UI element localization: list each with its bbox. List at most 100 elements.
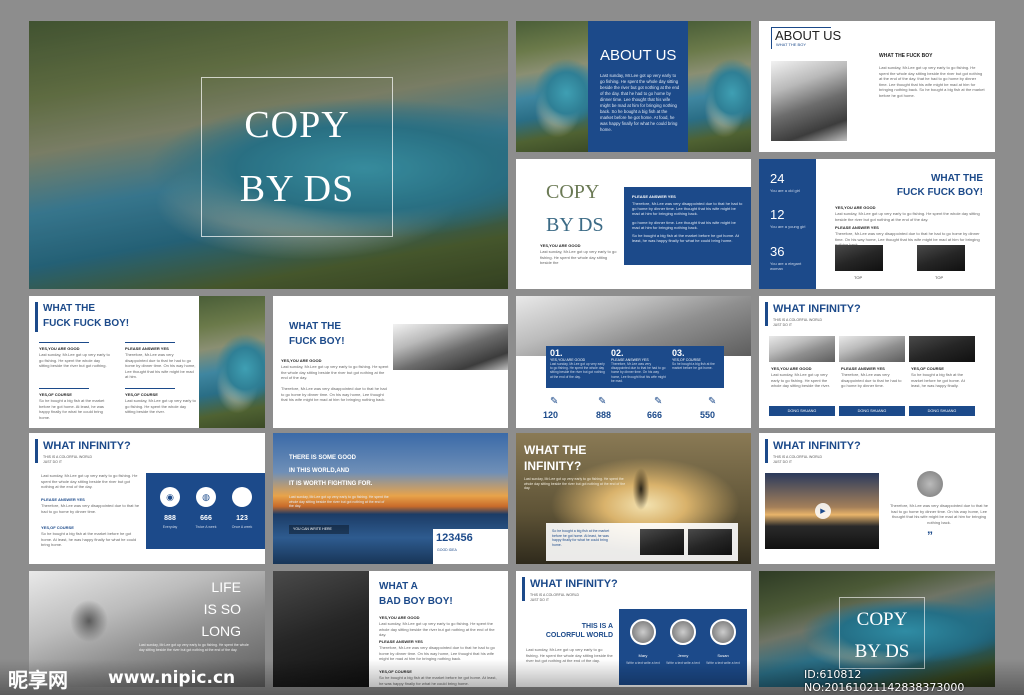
r2a-line2 (125, 342, 175, 343)
r3d-accent (765, 439, 768, 463)
r4b-title2: BAD BOY BOY! (379, 596, 453, 607)
about2-slide[interactable]: ABOUT US WHAT THE BOY WHAT THE FUCK BOY … (759, 21, 995, 152)
r3a-t1: Last sunday, Mr.Lee got up very early to… (41, 473, 138, 489)
person-name-2: Jenny (677, 653, 689, 658)
r2d-btn-2[interactable]: DONG SHUANG (839, 406, 905, 416)
copyds-panel-heading: PLEASE ANSWER YES (632, 194, 676, 199)
pencil-icon-4: ✎ (708, 396, 717, 407)
r2b-h1: YES,YOU ARE GOOD (281, 358, 322, 363)
stats-panel: 24 You are a old girl 12 You are a young… (759, 159, 816, 289)
r2d-photo-3 (909, 336, 975, 362)
r2d-photo-2 (839, 336, 905, 362)
r3a-t2: Therefore, Mr.Lee was very disappointed … (41, 503, 140, 514)
pencil-icon-1: ✎ (550, 396, 559, 407)
apple-icon[interactable] (232, 487, 252, 507)
r3c-title2: INFINITY? (524, 459, 582, 473)
r4a-line3: LONG (201, 623, 241, 639)
r2a-slide[interactable]: WHAT THE FUCK FUCK BOY! YES,YOU ARE GOOD… (29, 296, 265, 428)
stats-label1: YES,YOU ARE GOOD (835, 205, 876, 210)
r3a-h3: YES,OF COURSE (41, 525, 74, 530)
r3d-video[interactable]: ▶ (765, 473, 879, 549)
about-slide[interactable]: ABOUT US Last sunday, Mr.Lee got up very… (516, 21, 751, 152)
r2c-slide[interactable]: 01. YES,YOU ARE GOOD Last sunday, Mr.Lee… (516, 296, 751, 428)
r3a-stats-panel: ◉ ◍ 888 Everyday 666 Twice A week 123 On… (146, 473, 265, 549)
r4a-line2: IS SO (203, 601, 241, 617)
copyds-panel-text3: So he bought a big fish at the market be… (632, 233, 739, 244)
wechat-icon[interactable]: ◍ (196, 487, 216, 507)
stats-top1: TOP (854, 275, 863, 280)
r3d-quote: Therefore, Mr.Lee was very disappointed … (889, 503, 989, 525)
about2-subtitle: WHAT THE BOY (776, 42, 807, 47)
r2a-accent (35, 302, 38, 332)
r3d-slide[interactable]: WHAT INFINITY? THIS IS A COLORFUL WORLD … (759, 433, 995, 564)
r2d-sub1: THIS IS A COLORFUL WORLD (773, 318, 823, 322)
r2c-step-3-text: So he bought a big fish at the market be… (672, 362, 715, 371)
pencil-icon-2: ✎ (598, 396, 607, 407)
r3d-title: WHAT INFINITY? (773, 440, 861, 452)
avatar (917, 471, 943, 497)
r2a-h1: YES,YOU ARE GOOD (39, 346, 80, 351)
r2a-h4: YES,OF COURSE (125, 392, 158, 397)
r3a-stat-1-cap: Everyday (162, 525, 178, 529)
pencil-icon-3: ✎ (654, 396, 663, 407)
stats-num-1: 24 (770, 171, 785, 186)
r2d-btn-3[interactable]: DONG SHUANG (909, 406, 975, 416)
r3a-stat-3-cap: Once A week (231, 525, 253, 529)
about2-title: ABOUT US (775, 28, 842, 43)
r3a-title: WHAT INFINITY? (43, 440, 131, 452)
r4d-title1: COPY (856, 609, 908, 630)
about-photo-right (688, 21, 751, 152)
copyds-slide[interactable]: COPY BY DS YES,YOU ARE GOOD Last sunday,… (516, 159, 751, 289)
r3a-slide[interactable]: WHAT INFINITY? THIS IS A COLORFUL WORLD … (29, 433, 265, 564)
stats-cap-2: You are a young girl (770, 224, 806, 229)
stats-title1: WHAT THE (930, 173, 983, 184)
r2a-t3: So he bought a big fish at the market be… (39, 398, 105, 420)
copyds-label: YES,YOU ARE GOOD (540, 243, 581, 248)
r3b-line1: THERE IS SOME GOOD (289, 455, 357, 461)
r4b-t1: Last sunday, Mr.Lee got up very early to… (379, 621, 495, 637)
r2d-col1-head: YES,YOU ARE GOOD (771, 366, 812, 371)
stats-cap-3: You are a elegant woman (770, 261, 802, 271)
r4c-sub2: JUST DO IT (530, 598, 549, 602)
r3a-t3: So he bought a big fish at the market be… (41, 531, 137, 547)
play-icon[interactable]: ▶ (815, 503, 831, 519)
r3a-stat-2-cap: Twice A week (195, 525, 217, 529)
stats-slide[interactable]: 24 You are a old girl 12 You are a young… (759, 159, 995, 289)
r2d-btn-1[interactable]: DONG SHUANG (769, 406, 835, 416)
about-body: Last sunday, Mr.Lee got up very early to… (600, 73, 680, 132)
r2d-title: WHAT INFINITY? (773, 303, 861, 315)
r2d-col1-text: Last sunday, Mr.Lee got up very early to… (771, 372, 830, 388)
r2c-num-1: 120 (543, 410, 559, 420)
r3b-button[interactable]: YOU CAN WRITE HERE (289, 525, 349, 534)
watermark-url: www.nipic.cn (108, 668, 236, 688)
copyds-title2: BY DS (546, 214, 604, 236)
r3c-quote-box: So he bought a big fish at the market be… (546, 523, 738, 561)
r3a-accent (35, 439, 38, 463)
r2d-col3-head: YES,OF COURSE (911, 366, 944, 371)
r3b-cap: GOOD IDEA (437, 548, 457, 552)
person-name-3: Susan (717, 653, 729, 658)
r3b-slide[interactable]: THERE IS SOME GOOD IN THIS WORLD,AND IT … (273, 433, 508, 564)
r2b-slide[interactable]: WHAT THE FUCK BOY! YES,YOU ARE GOOD Last… (273, 296, 508, 428)
r4b-title1: WHAT A (379, 581, 418, 592)
weibo-icon[interactable]: ◉ (160, 487, 180, 507)
r3a-sub2: JUST DO IT (43, 460, 62, 464)
r3b-line3: IT IS WORTH FIGHTING FOR. (289, 481, 373, 487)
r3d-sub1: THIS IS A COLORFUL WORLD (773, 455, 823, 459)
r2d-slide[interactable]: WHAT INFINITY? THIS IS A COLORFUL WORLD … (759, 296, 995, 428)
r3b-body: Last sunday, Mr.Lee got up very early to… (289, 495, 389, 508)
stats-num-3: 36 (770, 244, 785, 259)
hero-slide[interactable]: COPY BY DS (29, 21, 508, 289)
r3c-slide[interactable]: WHAT THE INFINITY? Last sunday, Mr.Lee g… (516, 433, 751, 564)
quote-icon: ” (927, 529, 933, 543)
r3a-sub1: THIS IS A COLORFUL WORLD (43, 455, 93, 459)
stats-cap-1: You are a old girl (770, 188, 800, 193)
r2b-t1: Last sunday, Mr.Lee got up very early to… (281, 364, 389, 380)
r4c-accent (522, 577, 525, 601)
person-name-1: Mary (638, 653, 648, 658)
r2a-title2: FUCK FUCK BOY! (43, 318, 130, 329)
r2a-h2: PLEASE ANSWER YES (125, 346, 169, 351)
r4b-h1: YES,YOU ARE GOOD (379, 615, 420, 620)
r3a-stat-1-num: 888 (164, 515, 176, 522)
r2d-col2-head: PLEASE ANSWER YES (841, 366, 885, 371)
